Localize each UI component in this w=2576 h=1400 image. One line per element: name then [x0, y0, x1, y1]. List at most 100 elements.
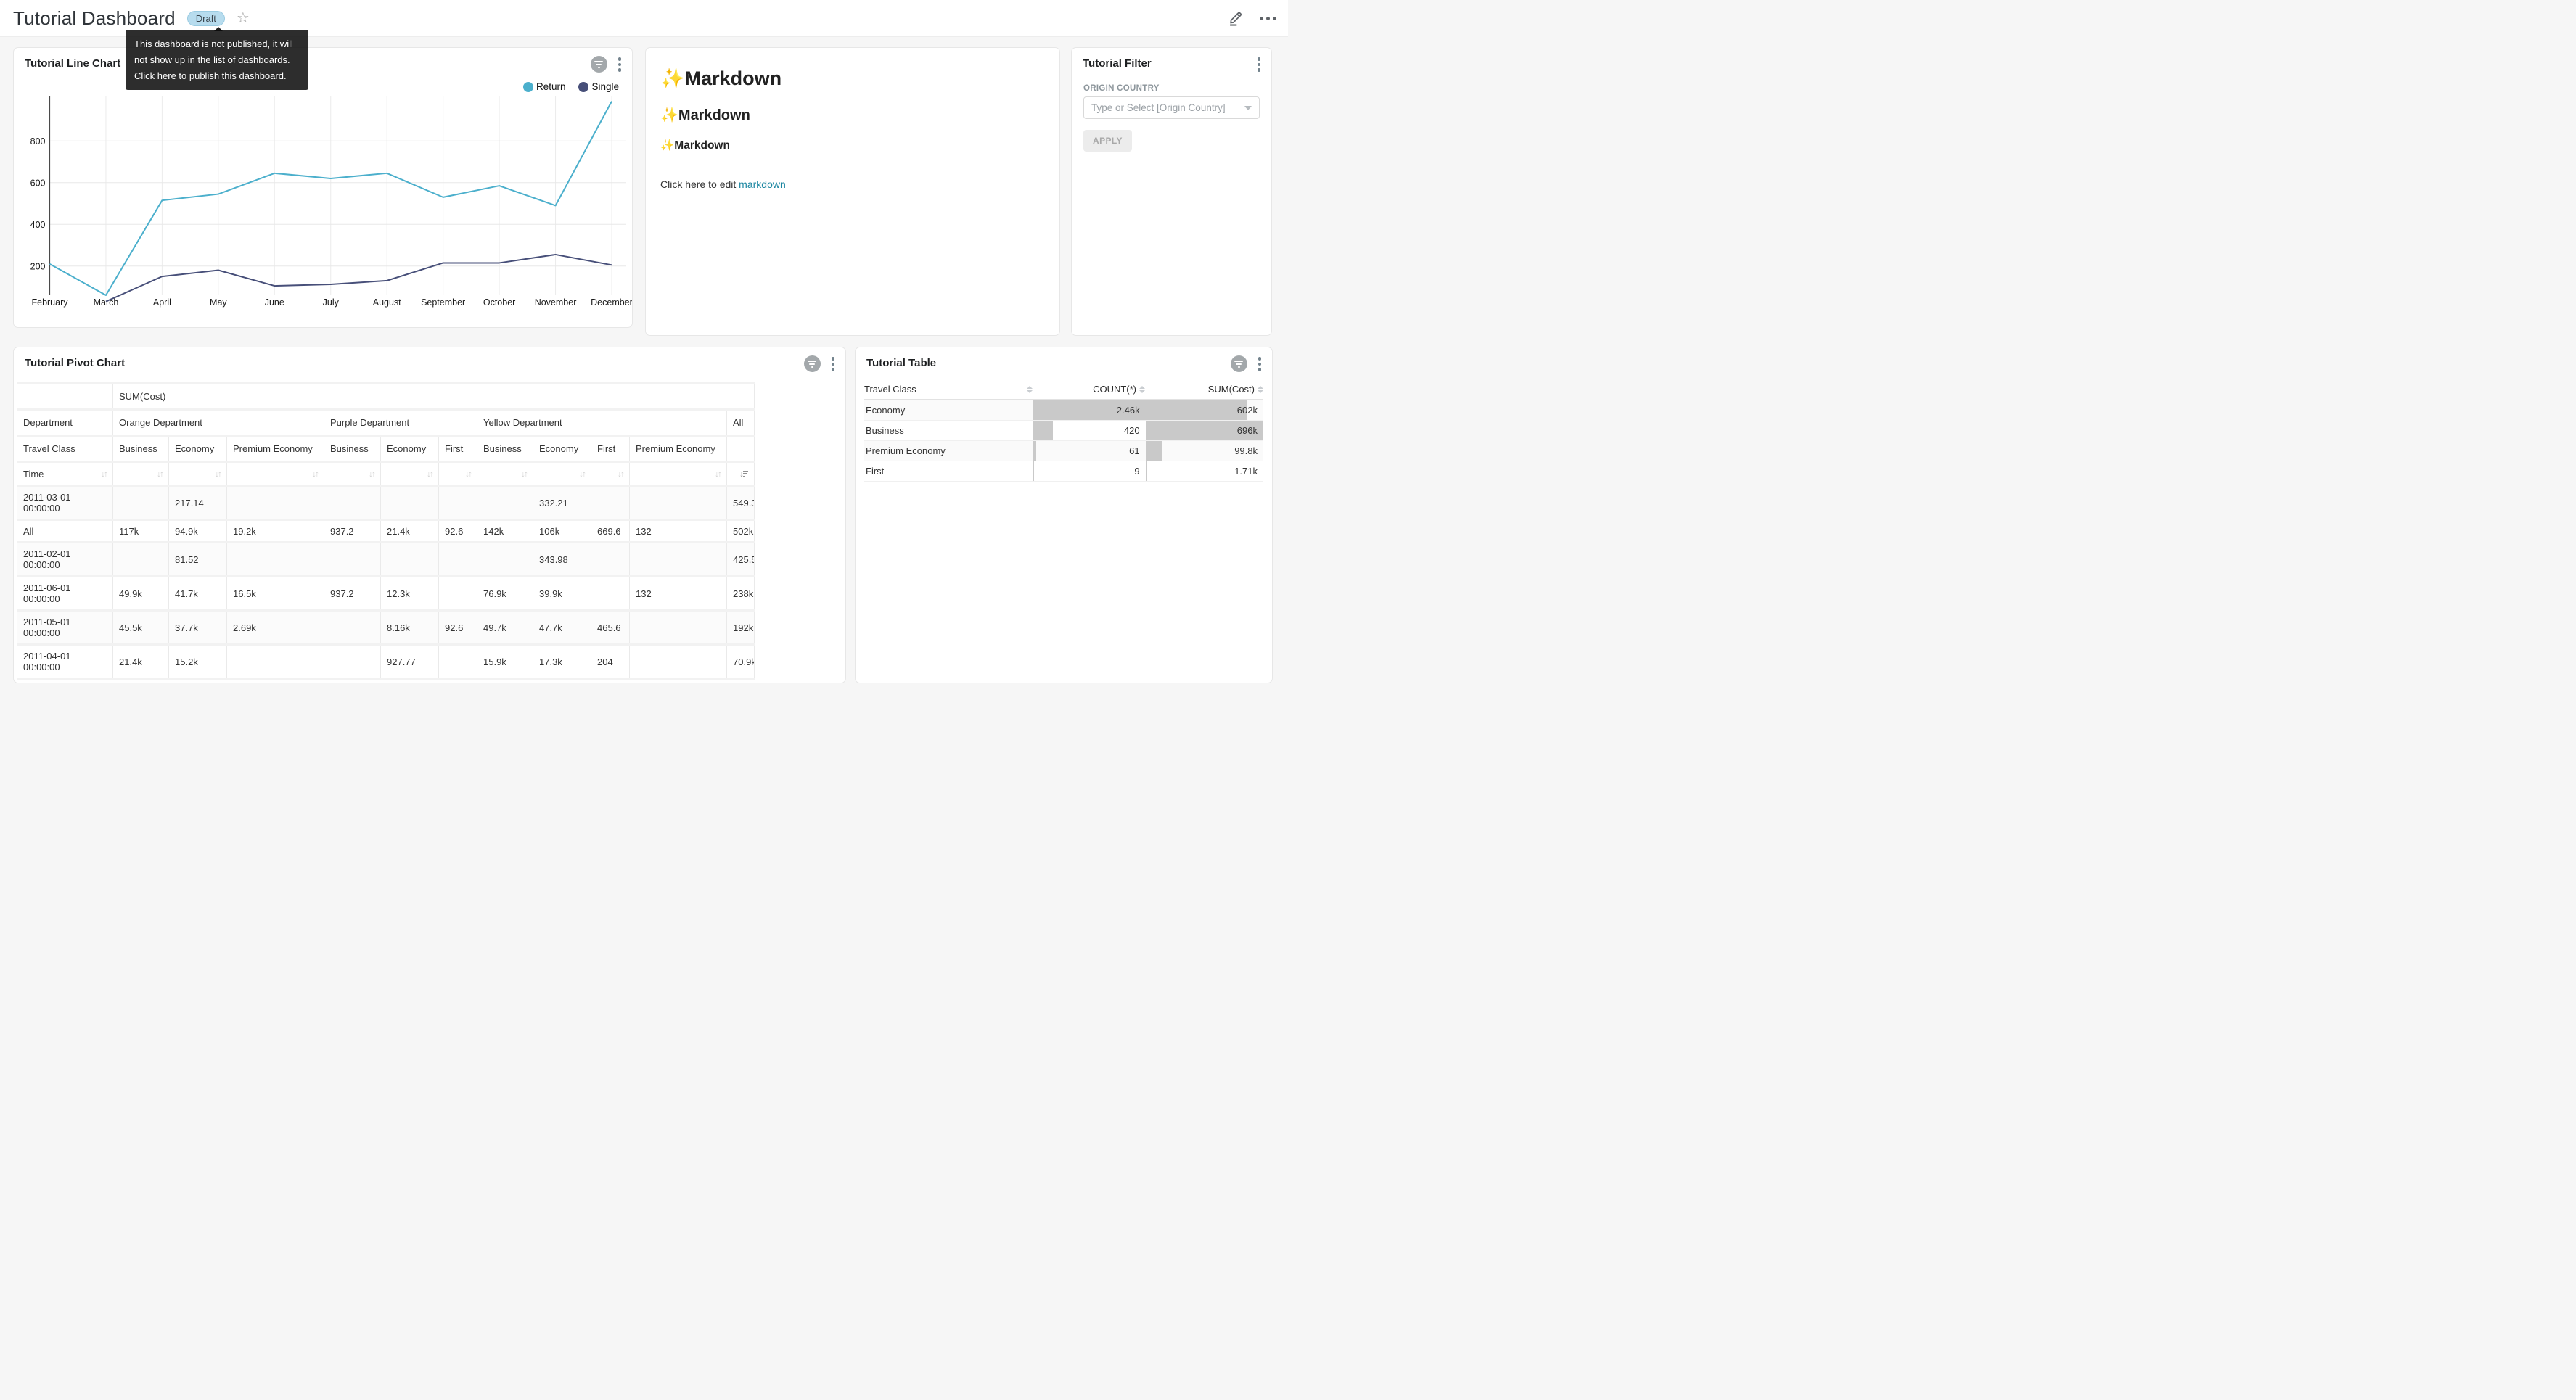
- legend-item-return[interactable]: Return: [523, 81, 566, 92]
- filter-indicator-icon[interactable]: [591, 56, 607, 73]
- kebab-menu-icon[interactable]: [829, 355, 837, 373]
- pivot-table[interactable]: SUM(Cost)DepartmentOrange DepartmentPurp…: [17, 382, 755, 680]
- sort-caret-icon: [1139, 386, 1145, 393]
- apply-button[interactable]: APPLY: [1083, 130, 1132, 152]
- data-table: Travel Class COUNT(*) SUM(Cost) Economy2…: [864, 384, 1263, 482]
- header-actions: [1228, 10, 1276, 26]
- pivot-value-cell: 142k: [477, 520, 533, 543]
- table-body: Economy2.46k602kBusiness420696kPremium E…: [864, 400, 1263, 482]
- sort-desc-active-icon[interactable]: ↓: [739, 469, 748, 478]
- pivot-class-header: Economy: [381, 436, 439, 462]
- pivot-value-cell: [630, 543, 727, 577]
- pivot-data-row: 2011-03-0100:00:00217.14332.21549.35: [17, 486, 755, 520]
- column-label: SUM(Cost): [1208, 384, 1255, 395]
- table-card-actions: [1231, 355, 1264, 373]
- column-label: Travel Class: [864, 384, 916, 395]
- sort-icon[interactable]: ↓↑: [618, 469, 623, 478]
- pivot-value-cell: [381, 486, 439, 520]
- ellipsis-menu-icon[interactable]: [1260, 14, 1276, 23]
- pivot-class-header: Premium Economy: [630, 436, 727, 462]
- cell-travel-class: First: [864, 461, 1033, 481]
- filter-indicator-icon[interactable]: [804, 355, 821, 372]
- x-axis-label: September: [421, 297, 465, 308]
- pivot-value-cell: 332.21: [533, 486, 591, 520]
- kebab-menu-icon[interactable]: [1256, 355, 1264, 373]
- pivot-value-cell: 49.9k: [113, 577, 169, 611]
- pivot-class-header: Business: [113, 436, 169, 462]
- sort-icon[interactable]: ↓↑: [715, 469, 721, 478]
- legend-item-single[interactable]: Single: [578, 81, 619, 92]
- pivot-value-cell: [477, 543, 533, 577]
- pivot-value-cell: 2.69k: [227, 611, 324, 645]
- pivot-class-header: Premium Economy: [227, 436, 324, 462]
- filter-card: Tutorial Filter ORIGIN COUNTRY Type or S…: [1071, 47, 1272, 336]
- cell-sum-cost: 99.8k: [1146, 441, 1263, 461]
- table-row[interactable]: First91.71k: [864, 461, 1263, 482]
- pivot-value-cell: [113, 486, 169, 520]
- column-header-sum-cost[interactable]: SUM(Cost): [1145, 384, 1263, 395]
- pivot-value-cell: 17.3k: [533, 645, 591, 679]
- favorite-star-icon[interactable]: ☆: [237, 11, 250, 25]
- sort-caret-icon: [1027, 386, 1033, 393]
- markdown-card: ✨Markdown ✨Markdown ✨Markdown Click here…: [645, 47, 1060, 336]
- cell-count: 2.46k: [1033, 400, 1145, 420]
- edit-pencil-icon[interactable]: [1228, 10, 1244, 26]
- table-row[interactable]: Economy2.46k602k: [864, 400, 1263, 421]
- pivot-group-header: Yellow Department: [477, 410, 727, 436]
- pivot-value-cell: 192k: [727, 611, 755, 645]
- pivot-value-cell: [630, 645, 727, 679]
- pivot-value-cell: 15.9k: [477, 645, 533, 679]
- pivot-value-cell: 8.16k: [381, 611, 439, 645]
- pivot-sort-cell[interactable]: ↓↑: [324, 462, 381, 486]
- pivot-department-row: DepartmentOrange DepartmentPurple Depart…: [17, 410, 755, 436]
- x-axis-label: May: [210, 297, 227, 308]
- pivot-sort-cell[interactable]: ↓↑: [169, 462, 227, 486]
- pivot-sort-cell[interactable]: ↓↑: [533, 462, 591, 486]
- pivot-value-cell: [324, 645, 381, 679]
- legend-dot-return: [523, 82, 533, 92]
- column-header-count[interactable]: COUNT(*): [1033, 384, 1145, 395]
- table-row[interactable]: Premium Economy6199.8k: [864, 441, 1263, 461]
- markdown-edit-link[interactable]: markdown: [739, 178, 786, 190]
- pivot-sort-cell[interactable]: ↓↑: [439, 462, 477, 486]
- sort-icon[interactable]: ↓↑: [215, 469, 221, 478]
- kebab-menu-icon[interactable]: [616, 56, 624, 73]
- pivot-row-label: 2011-05-0100:00:00: [17, 611, 113, 645]
- origin-country-select[interactable]: Type or Select [Origin Country]: [1083, 96, 1260, 119]
- sort-icon[interactable]: ↓↑: [465, 469, 471, 478]
- pivot-class-header: Economy: [533, 436, 591, 462]
- pivot-sort-cell[interactable]: ↓↑: [381, 462, 439, 486]
- cell-count: 9: [1033, 461, 1145, 481]
- sort-icon[interactable]: ↓↑: [579, 469, 585, 478]
- pivot-value-cell: [591, 577, 630, 611]
- x-axis-label: March: [94, 297, 119, 308]
- column-header-travel-class[interactable]: Travel Class: [864, 384, 1033, 395]
- pivot-sort-cell[interactable]: ↓↑: [591, 462, 630, 486]
- pivot-data-row: 2011-04-0100:00:0021.4k15.2k927.7715.9k1…: [17, 645, 755, 679]
- pivot-sort-cell[interactable]: ↓↑: [227, 462, 324, 486]
- filter-indicator-icon[interactable]: [1231, 355, 1247, 372]
- pivot-value-cell: [227, 543, 324, 577]
- kebab-menu-icon[interactable]: [1255, 56, 1263, 73]
- pivot-value-cell: [324, 611, 381, 645]
- sort-icon[interactable]: ↓↑: [312, 469, 318, 478]
- pivot-data-row: 2011-06-0100:00:0049.9k41.7k16.5k937.212…: [17, 577, 755, 611]
- pivot-sort-cell[interactable]: ↓↑: [630, 462, 727, 486]
- pivot-class-header: [727, 436, 755, 462]
- sort-icon[interactable]: ↓↑: [369, 469, 374, 478]
- markdown-content[interactable]: ✨Markdown ✨Markdown ✨Markdown Click here…: [646, 48, 1059, 200]
- sort-icon[interactable]: ↓↑: [427, 469, 432, 478]
- pivot-value-cell: 132: [630, 577, 727, 611]
- sort-icon[interactable]: ↓↑: [157, 469, 163, 478]
- filter-card-title: Tutorial Filter: [1083, 57, 1152, 70]
- pivot-sort-cell[interactable]: ↓: [727, 462, 755, 486]
- pivot-time-label[interactable]: Time↓↑: [17, 462, 113, 486]
- table-row[interactable]: Business420696k: [864, 421, 1263, 441]
- sort-icon[interactable]: ↓↑: [521, 469, 527, 478]
- pivot-value-cell: 39.9k: [533, 577, 591, 611]
- pivot-row-label: 2011-06-0100:00:00: [17, 577, 113, 611]
- pivot-sort-cell[interactable]: ↓↑: [113, 462, 169, 486]
- sort-icon[interactable]: ↓↑: [101, 469, 107, 478]
- origin-country-label: ORIGIN COUNTRY: [1083, 84, 1160, 93]
- pivot-sort-cell[interactable]: ↓↑: [477, 462, 533, 486]
